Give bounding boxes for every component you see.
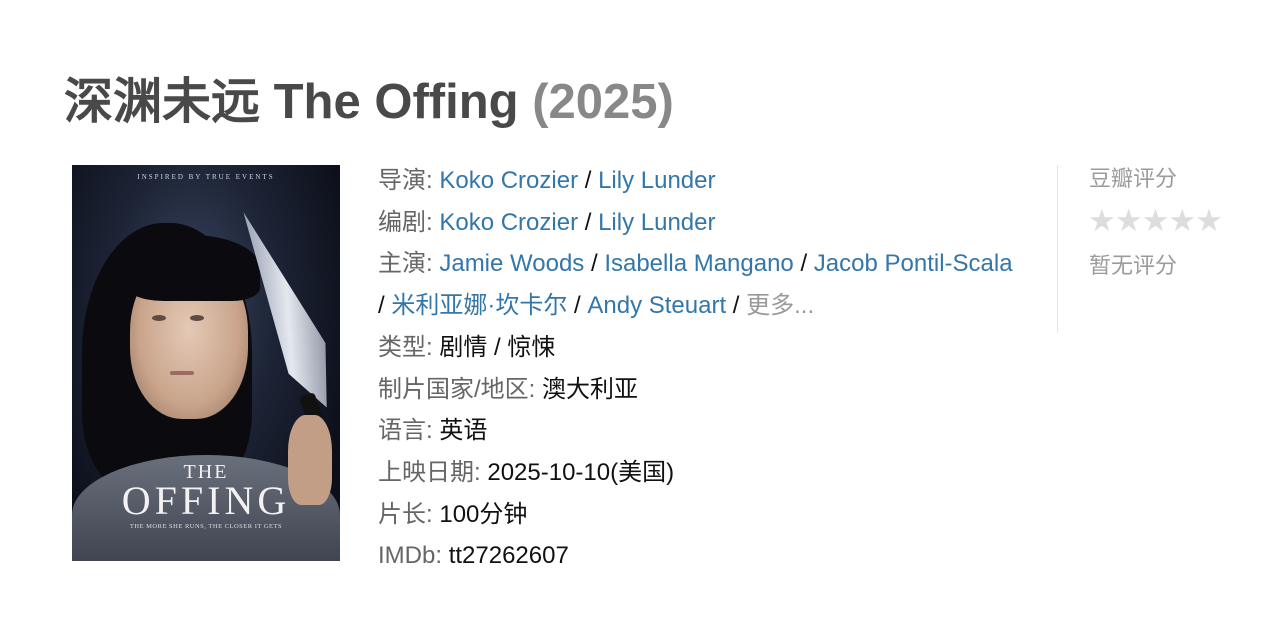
cast-more-link[interactable]: 更多... [746, 292, 814, 319]
poster-subtitle: THE MORE SHE RUNS, THE CLOSER IT GETS [129, 523, 283, 530]
writer-link[interactable]: Koko Crozier [439, 209, 578, 236]
no-rating-text: 暂无评分 [1089, 253, 1178, 278]
movie-info: 导演: Koko Crozier / Lily Lunder 编剧: Koko … [378, 160, 1018, 577]
imdb-label: IMDb [378, 542, 436, 570]
cast-link[interactable]: Andy Steuart [587, 292, 726, 319]
poster-eye [152, 315, 166, 321]
cast-link[interactable]: Isabella Mangano [604, 250, 793, 277]
director-link[interactable]: Lily Lunder [598, 167, 715, 194]
page-title: 深渊未远 The Offing (2025) [64, 72, 674, 132]
release-label: 上映日期 [378, 458, 474, 486]
release-row: 上映日期: 2025-10-10(美国) [378, 458, 675, 486]
country-row: 制片国家/地区: 澳大利亚 [378, 375, 639, 403]
rating-panel: 豆瓣评分 ★★★★★ 暂无评分 [1057, 165, 1258, 333]
language-value: 英语 [439, 417, 488, 445]
runtime-label: 片长 [378, 500, 426, 528]
country-label: 制片国家/地区 [378, 375, 529, 403]
cast-link[interactable]: 米利亚娜·坎卡尔 [391, 292, 567, 319]
poster-bangs [122, 235, 260, 301]
runtime-row: 片长: 100分钟 [378, 500, 528, 528]
cast-row: 主演: Jamie Woods / Isabella Mangano / Jac… [378, 250, 1013, 320]
movie-poster[interactable]: INSPIRED BY TRUE EVENTS THE OFFING THE M… [72, 165, 340, 561]
writer-row: 编剧: Koko Crozier / Lily Lunder [378, 208, 716, 236]
imdb-value[interactable]: tt27262607 [449, 542, 569, 569]
poster-title: OFFING [121, 478, 291, 523]
genre-value: 惊悚 [507, 333, 556, 361]
writer-link[interactable]: Lily Lunder [598, 209, 715, 236]
genre-value: 剧情 [439, 333, 488, 361]
director-row: 导演: Koko Crozier / Lily Lunder [378, 167, 716, 194]
genre-label: 类型 [378, 333, 426, 361]
poster-eye [190, 315, 204, 321]
cast-link[interactable]: Jamie Woods [439, 250, 584, 277]
runtime-value: 100分钟 [439, 500, 528, 528]
genre-row: 类型: 剧情 / 惊悚 [378, 333, 556, 361]
poster-tagline: INSPIRED BY TRUE EVENTS [137, 173, 275, 181]
country-value: 澳大利亚 [542, 375, 639, 403]
director-label: 导演 [378, 167, 426, 194]
rating-label: 豆瓣评分 [1089, 166, 1178, 191]
cast-link[interactable]: Jacob Pontil-Scala [814, 250, 1013, 277]
movie-year: (2025) [532, 75, 674, 129]
movie-title: 深渊未远 The Offing [64, 75, 519, 129]
language-row: 语言: 英语 [378, 417, 488, 445]
language-label: 语言 [378, 417, 426, 445]
imdb-row: IMDb: tt27262607 [378, 542, 569, 570]
director-link[interactable]: Koko Crozier [439, 167, 578, 194]
cast-label: 主演 [378, 250, 426, 278]
knife-blade [243, 200, 340, 415]
writer-label: 编剧 [378, 208, 426, 236]
release-value: 2025-10-10(美国) [487, 458, 675, 486]
poster-mouth [170, 371, 194, 375]
star-rating-icon: ★★★★★ [1088, 203, 1223, 238]
